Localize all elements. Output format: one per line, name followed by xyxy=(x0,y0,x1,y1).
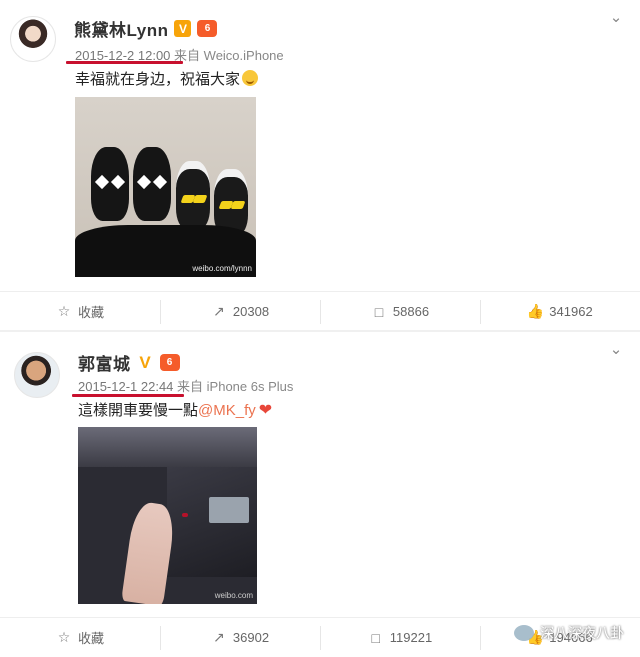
star-icon: ☆ xyxy=(57,629,71,645)
username[interactable]: 郭富城 xyxy=(78,350,131,375)
repost-icon: ↗ xyxy=(213,303,225,319)
user-row: 郭富城 V 6 xyxy=(78,350,180,375)
comment-icon: □ xyxy=(371,629,381,646)
verified-badge-icon: V xyxy=(139,352,151,372)
wechat-icon xyxy=(514,625,534,641)
post-text-content: 這樣開車要慢一點 xyxy=(78,402,199,419)
avatar[interactable] xyxy=(14,352,60,398)
mention-link[interactable]: @MK_fy xyxy=(198,402,256,419)
red-underline-annotation xyxy=(72,394,184,397)
comment-icon: □ xyxy=(374,303,384,320)
shoe-right-black xyxy=(133,147,171,221)
car-screen xyxy=(209,497,249,523)
like-count: 341962 xyxy=(549,304,593,319)
post-image[interactable]: weibo.com/lynnn xyxy=(75,97,256,277)
smile-emoji-icon xyxy=(242,70,259,86)
holding-hands xyxy=(121,500,177,604)
post-text: 幸福就在身边，祝福大家 xyxy=(75,68,259,89)
comment-button[interactable]: □ 119221 xyxy=(320,618,480,657)
post-text: 這樣開車要慢一點@MK_fy ❤ xyxy=(78,399,272,420)
post-source: 来自 iPhone 6s Plus xyxy=(177,379,294,394)
favorite-label: 收藏 xyxy=(77,631,104,646)
thumbs-up-icon: 👍 xyxy=(526,303,545,319)
car-window xyxy=(78,427,257,467)
like-button[interactable]: 👍 341962 xyxy=(480,292,640,332)
image-watermark: weibo.com/lynnn xyxy=(192,264,252,273)
heart-emoji-icon: ❤ xyxy=(258,402,273,419)
repost-icon: ↗ xyxy=(213,629,225,645)
repost-button[interactable]: ↗ 20308 xyxy=(160,292,320,332)
comment-count: 58866 xyxy=(392,304,430,319)
username[interactable]: 熊黛林Lynn xyxy=(74,16,168,41)
image-watermark: weibo.com xyxy=(214,591,253,600)
favorite-button[interactable]: ☆ 收藏 xyxy=(0,618,160,657)
red-nail xyxy=(182,513,188,517)
favorite-label: 收藏 xyxy=(77,305,104,320)
action-bar: ☆ 收藏 ↗ 20308 □ 58866 👍 341962 xyxy=(0,291,640,331)
chevron-down-icon[interactable]: ⌄ xyxy=(608,10,624,25)
red-underline-annotation xyxy=(66,61,183,64)
repost-button[interactable]: ↗ 36902 xyxy=(160,618,320,657)
brand-watermark: 深八深夜八卦 xyxy=(514,623,624,643)
shoe-left-black xyxy=(91,147,129,221)
repost-count: 36902 xyxy=(232,630,270,645)
post-image[interactable]: weibo.com xyxy=(78,427,257,604)
repost-count: 20308 xyxy=(232,304,270,319)
weibo-post-2: 郭富城 V 6 ⌄ 2015-12-1 22:44 来自 iPhone 6s P… xyxy=(0,332,640,657)
shoe-left-monster xyxy=(176,161,210,229)
vip-badge-icon: 6 xyxy=(159,354,180,371)
post-text-content: 幸福就在身边，祝福大家 xyxy=(75,71,241,88)
brand-watermark-text: 深八深夜八卦 xyxy=(540,625,624,641)
avatar[interactable] xyxy=(10,16,56,62)
star-icon: ☆ xyxy=(57,303,71,319)
vip-badge-icon: 6 xyxy=(197,20,218,37)
user-row: 熊黛林Lynn V 6 xyxy=(74,16,218,41)
post-time[interactable]: 2015-12-1 22:44 xyxy=(78,379,173,394)
favorite-button[interactable]: ☆ 收藏 xyxy=(0,292,160,332)
post-source: 来自 Weico.iPhone xyxy=(174,48,284,63)
chevron-down-icon[interactable]: ⌄ xyxy=(608,342,624,357)
comment-button[interactable]: □ 58866 xyxy=(320,292,480,332)
verified-badge-icon: V xyxy=(174,20,192,37)
post-meta: 2015-12-1 22:44 来自 iPhone 6s Plus xyxy=(78,376,293,395)
weibo-post-1: 熊黛林Lynn V 6 ⌄ 2015-12-2 12:00 来自 Weico.i… xyxy=(0,0,640,332)
comment-count: 119221 xyxy=(389,630,433,645)
